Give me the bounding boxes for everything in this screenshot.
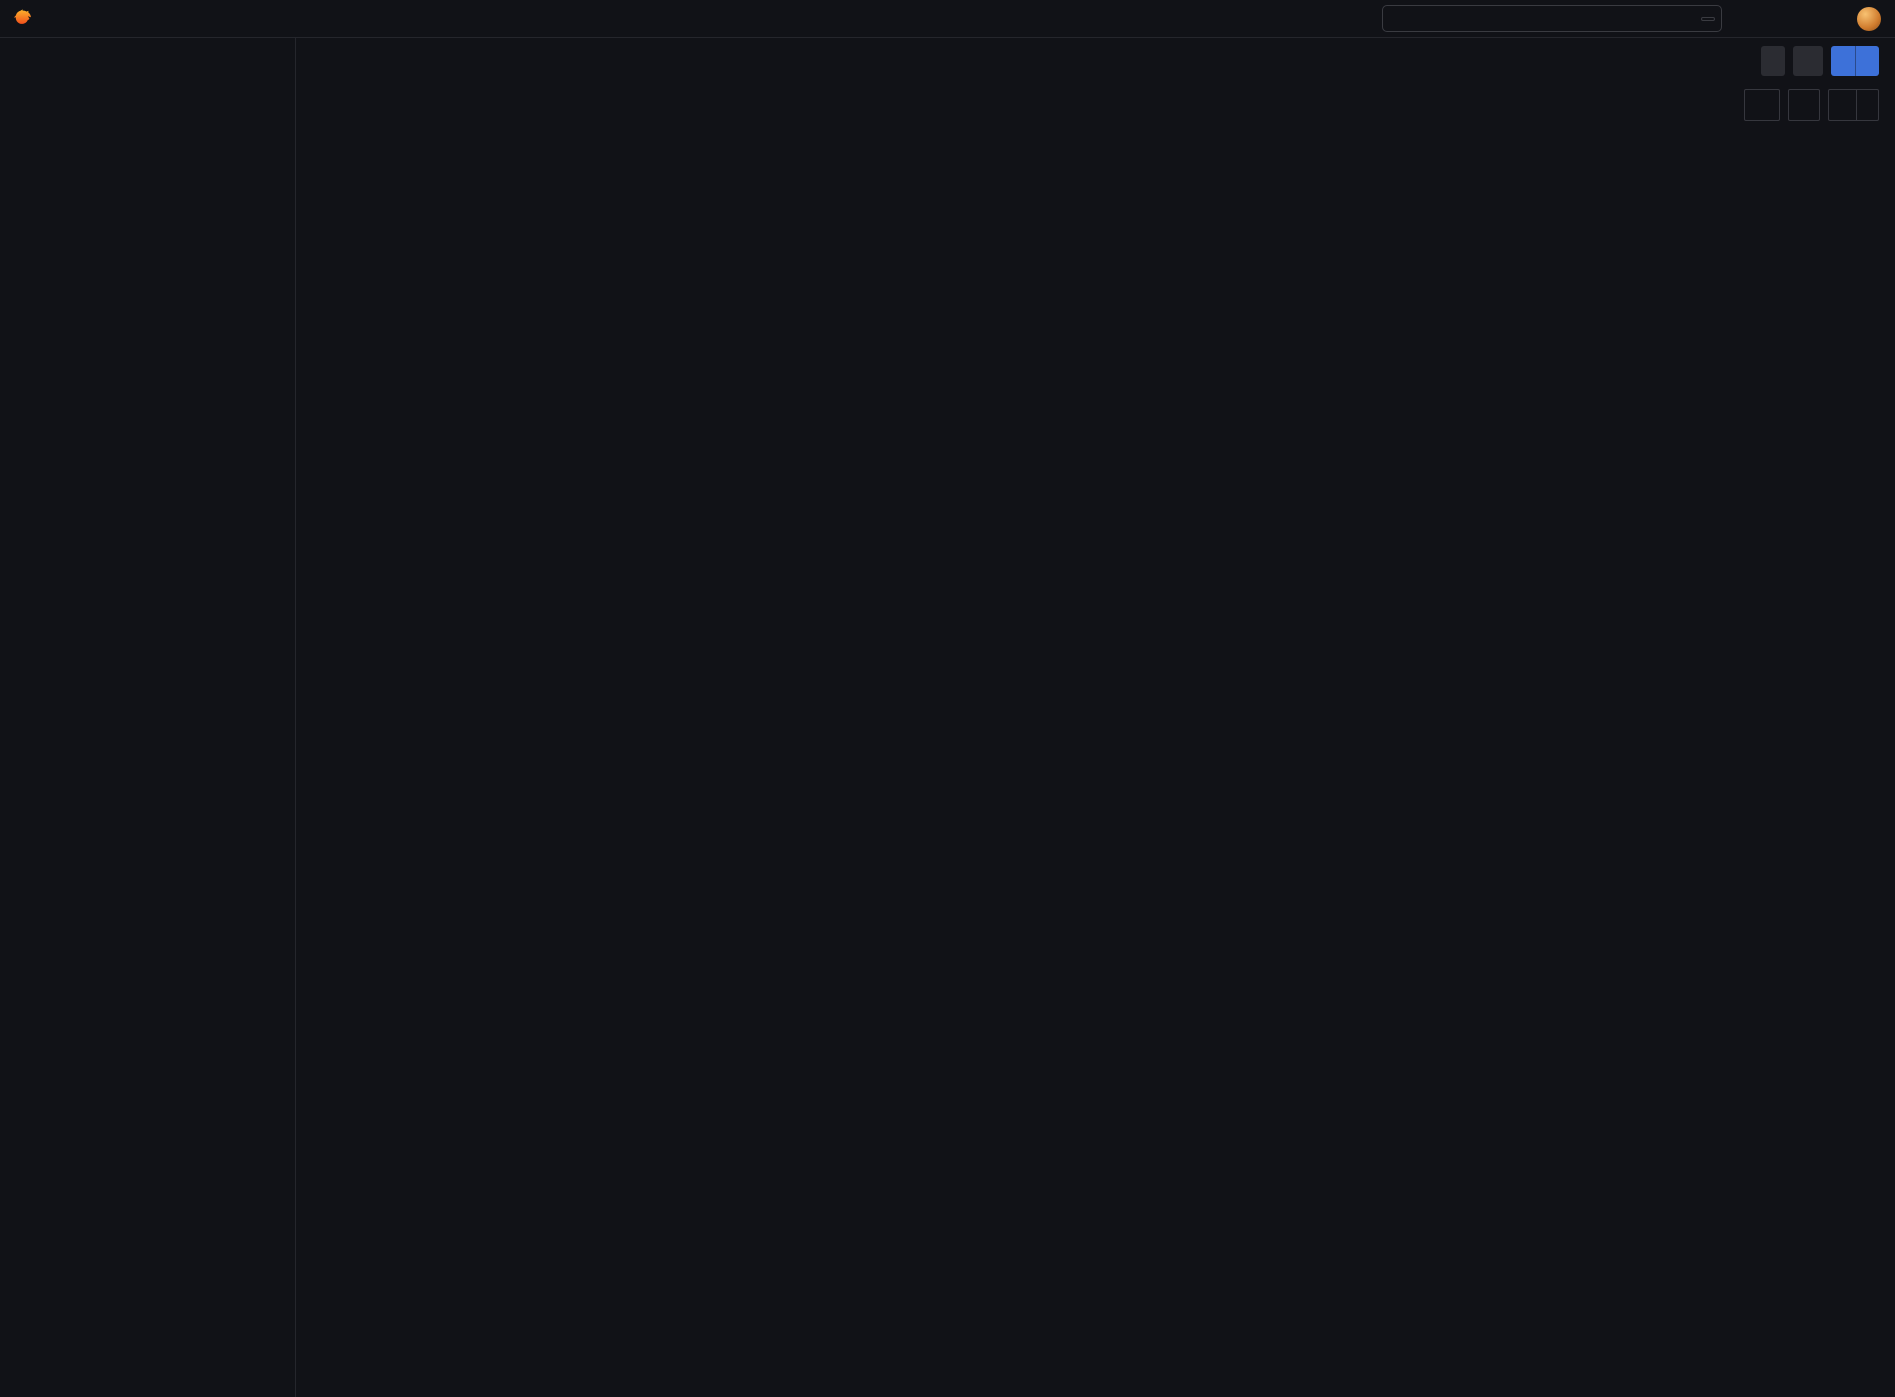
share-dropdown-toggle[interactable] xyxy=(1855,46,1879,76)
section-basic-cpu-mem-net-disk[interactable] xyxy=(312,170,1879,200)
export-button[interactable] xyxy=(1793,46,1823,76)
avatar[interactable] xyxy=(1857,6,1881,31)
dashboard-toolbar xyxy=(296,38,1895,84)
share-button[interactable] xyxy=(1831,46,1855,76)
dashboard-controls xyxy=(296,84,1895,126)
search-input[interactable] xyxy=(1382,5,1722,32)
time-range-picker[interactable] xyxy=(1744,89,1780,121)
refresh-interval-dropdown[interactable] xyxy=(1856,90,1878,120)
share-button-group xyxy=(1831,46,1879,76)
kiosk-button[interactable] xyxy=(1820,5,1848,33)
section-quick-cpu-mem-disk[interactable] xyxy=(312,128,1879,158)
sidebar xyxy=(0,38,296,1397)
top-navbar xyxy=(0,0,1895,38)
sidebar-toggle-icon[interactable] xyxy=(290,5,318,33)
refresh-group xyxy=(1828,89,1879,121)
star-button[interactable] xyxy=(1725,47,1753,75)
zoom-out-button[interactable] xyxy=(1788,89,1820,121)
section-cpu-memory-net-disk[interactable] xyxy=(312,220,1879,250)
refresh-button[interactable] xyxy=(1829,90,1856,120)
search-shortcut-badge xyxy=(1701,16,1715,21)
news-button[interactable] xyxy=(1790,5,1818,33)
help-button[interactable] xyxy=(1760,5,1788,33)
add-button[interactable] xyxy=(1730,5,1758,33)
edit-button[interactable] xyxy=(1761,46,1785,76)
dashboard-body xyxy=(296,126,1895,1397)
grafana-logo[interactable] xyxy=(12,8,33,29)
